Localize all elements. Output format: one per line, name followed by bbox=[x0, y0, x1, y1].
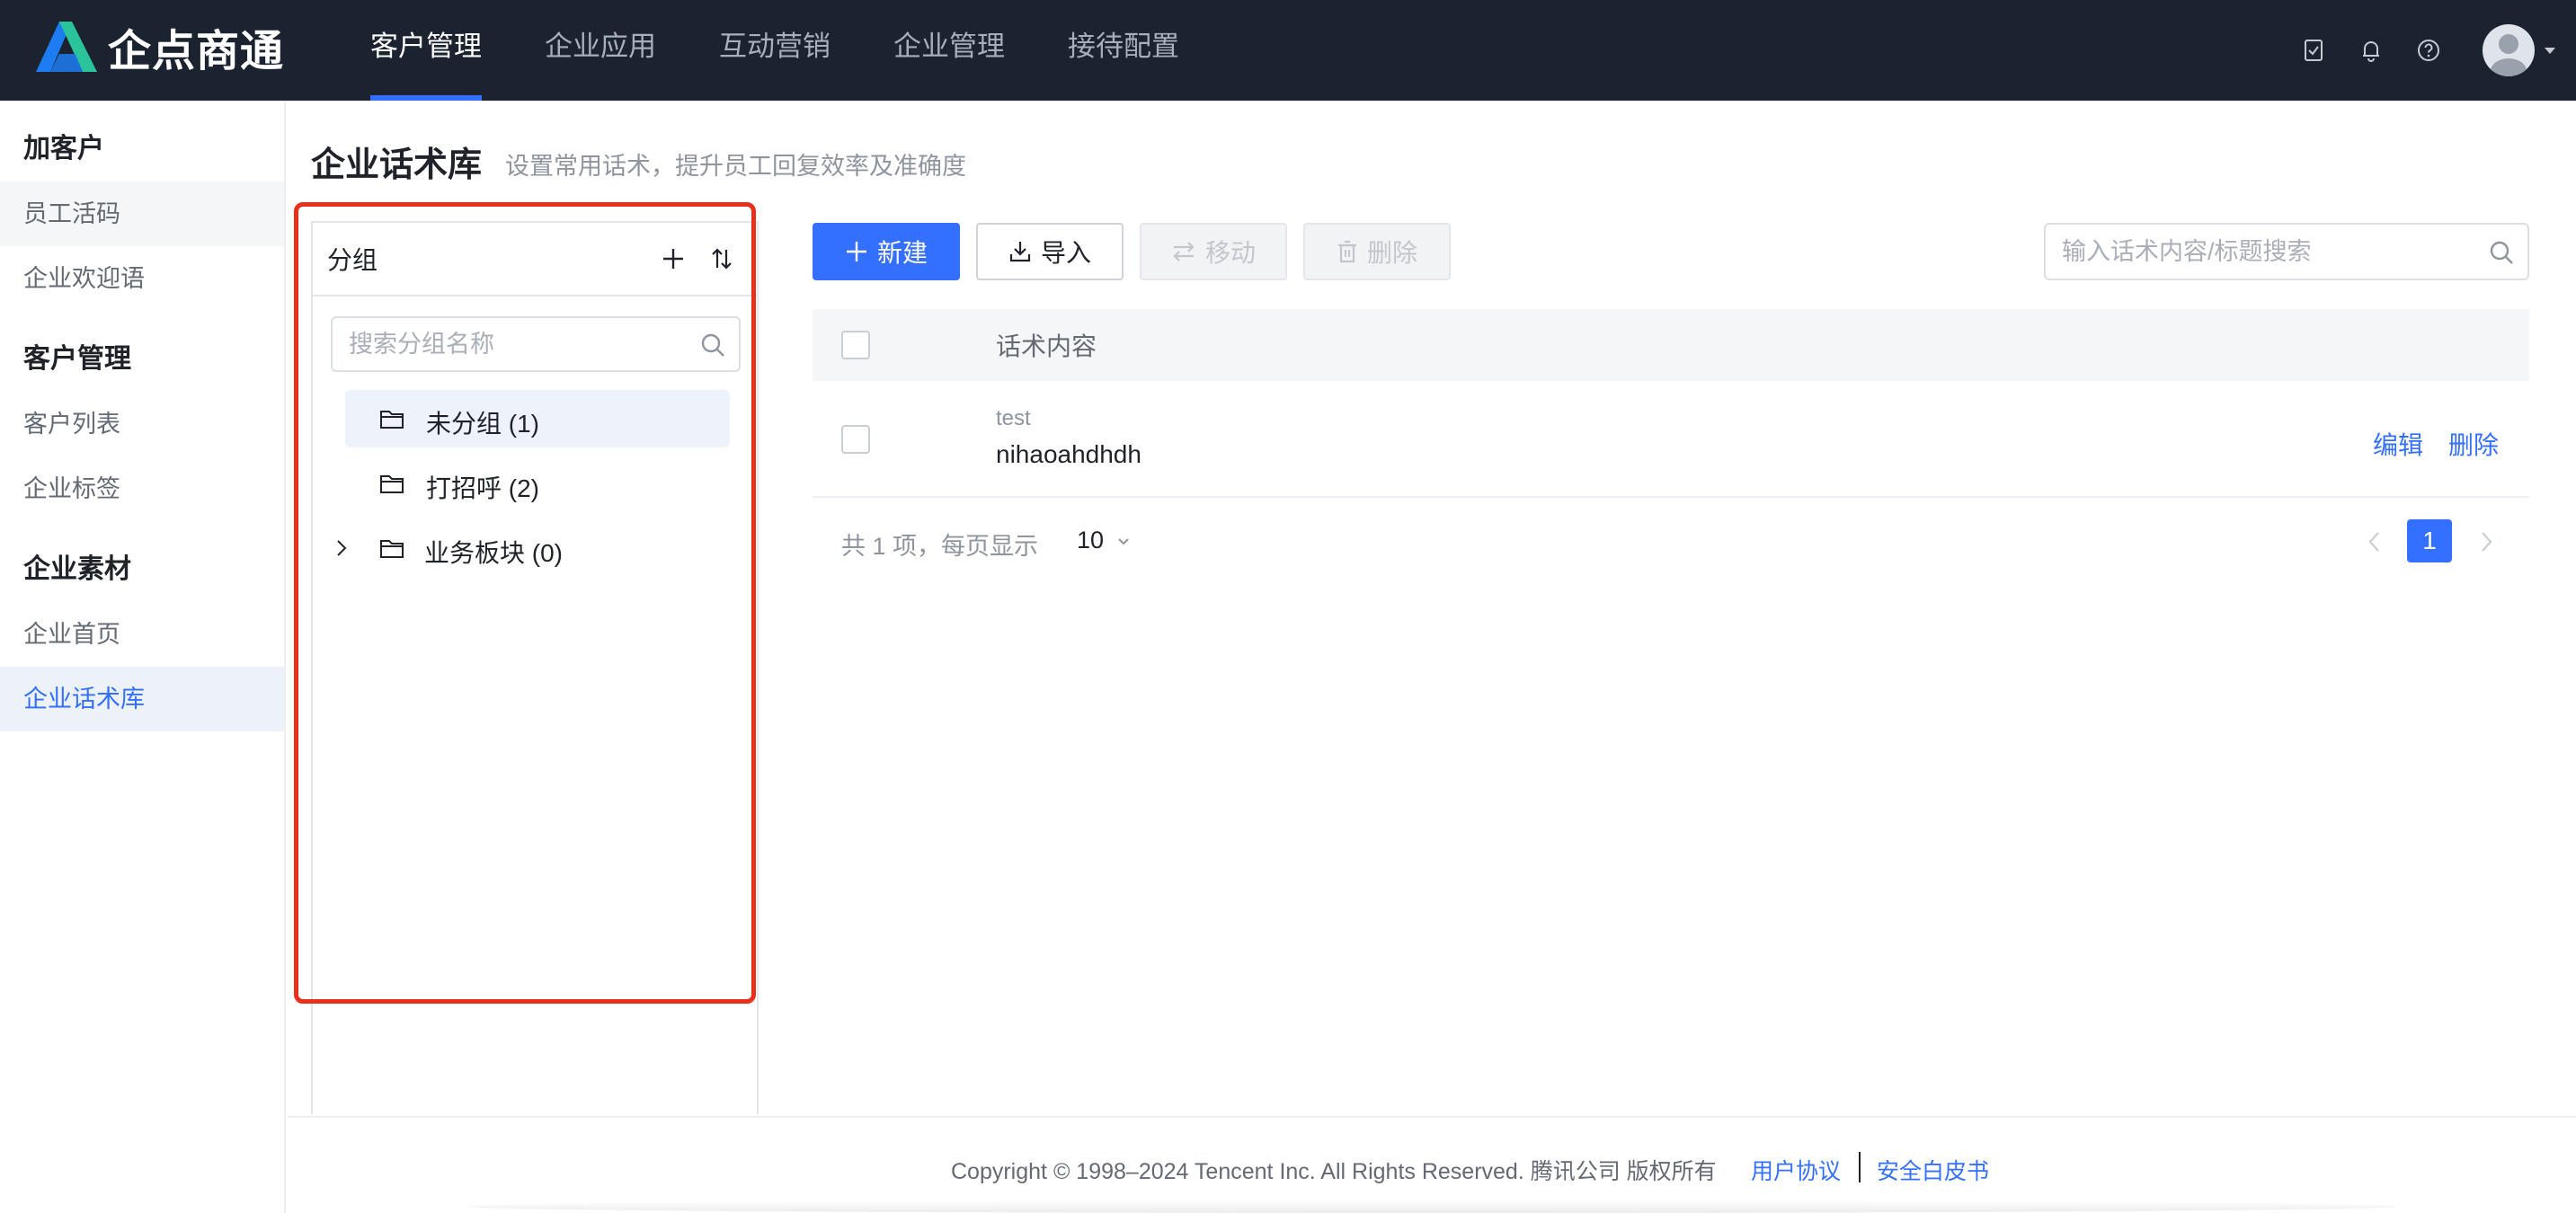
script-search-input[interactable] bbox=[2046, 225, 2468, 279]
group-label: 未分组 (1) bbox=[426, 410, 540, 438]
script-search-box bbox=[2044, 223, 2529, 280]
move-button[interactable]: 移动 bbox=[1140, 223, 1287, 280]
column-header-content: 话术内容 bbox=[996, 332, 1097, 360]
chevron-right-icon[interactable] bbox=[334, 539, 349, 557]
footer-divider bbox=[1859, 1152, 1861, 1182]
group-label: 打招呼 (2) bbox=[426, 474, 540, 502]
import-button[interactable]: 导入 bbox=[976, 223, 1124, 280]
footer: Copyright © 1998–2024 Tencent Inc. All R… bbox=[288, 1116, 2576, 1213]
chevron-down-icon bbox=[1117, 538, 1129, 545]
trash-icon bbox=[1337, 240, 1356, 263]
pagination-total: 共 1 项，每页显示 bbox=[841, 533, 1039, 560]
sidebar-section-customer-management: 客户管理 bbox=[23, 344, 131, 374]
folder-icon bbox=[380, 411, 404, 429]
move-button-label: 移动 bbox=[1204, 239, 1256, 267]
swap-icon bbox=[1173, 242, 1195, 261]
new-button[interactable]: 新建 bbox=[813, 223, 960, 280]
import-button-label: 导入 bbox=[1040, 239, 1091, 267]
top-right-actions bbox=[2301, 0, 2576, 101]
security-whitepaper-link[interactable]: 安全白皮书 bbox=[1877, 1154, 1989, 1186]
delete-button-label: 删除 bbox=[1366, 239, 1417, 267]
download-icon bbox=[1009, 242, 1031, 262]
row-checkbox[interactable] bbox=[841, 425, 870, 454]
table-header: 话术内容 bbox=[813, 309, 2529, 381]
page-subtitle: 设置常用话术，提升员工回复效率及准确度 bbox=[505, 153, 966, 180]
task-check-icon[interactable] bbox=[2301, 38, 2326, 63]
page-number-button[interactable]: 1 bbox=[2407, 519, 2452, 562]
copyright-text: Copyright © 1998–2024 Tencent Inc. All R… bbox=[951, 1159, 1717, 1184]
group-panel-title: 分组 bbox=[327, 246, 378, 274]
bell-icon[interactable] bbox=[2358, 38, 2384, 63]
group-panel-header: 分组 bbox=[313, 223, 757, 297]
delete-button[interactable]: 删除 bbox=[1303, 223, 1451, 280]
user-avatar[interactable] bbox=[2483, 24, 2535, 76]
next-page-icon[interactable] bbox=[2477, 530, 2495, 553]
plus-icon bbox=[846, 242, 866, 261]
search-icon[interactable] bbox=[699, 332, 726, 359]
top-navbar: 企点商通 客户管理 企业应用 互动营销 企业管理 接待配置 bbox=[0, 0, 2576, 101]
prev-page-icon[interactable] bbox=[2366, 530, 2384, 553]
sidebar-item-welcome-message[interactable]: 企业欢迎语 bbox=[0, 246, 284, 311]
search-icon[interactable] bbox=[2488, 239, 2515, 266]
nav-tab-customer-management[interactable]: 客户管理 bbox=[370, 0, 482, 101]
sort-icon[interactable] bbox=[708, 245, 735, 272]
table-row: test nihaoahdhdh 编辑 删除 bbox=[813, 381, 2529, 498]
help-icon[interactable] bbox=[2416, 38, 2441, 63]
sidebar: 加客户 员工活码 企业欢迎语 客户管理 客户列表 企业标签 企业素材 企业首页 … bbox=[0, 101, 286, 1213]
sidebar-section-add-customer: 加客户 bbox=[23, 134, 104, 164]
delete-link[interactable]: 删除 bbox=[2448, 426, 2499, 462]
logo-text: 企点商通 bbox=[108, 28, 285, 75]
page-size-value: 10 bbox=[1077, 527, 1105, 553]
script-content: nihaoahdhdh bbox=[996, 440, 1141, 468]
pagination: 共 1 项，每页显示 10 1 bbox=[813, 514, 2529, 568]
sidebar-section-enterprise-materials: 企业素材 bbox=[23, 554, 131, 584]
sidebar-item-staff-qrcode[interactable]: 员工活码 bbox=[0, 182, 284, 246]
logo-mark-icon bbox=[36, 22, 97, 72]
nav-tab-reception-config[interactable]: 接待配置 bbox=[1068, 0, 1179, 101]
page-title: 企业话术库 bbox=[311, 146, 483, 184]
group-tree: 未分组 (1) 打招呼 (2) 业务板块 (0) bbox=[313, 390, 757, 584]
edit-link[interactable]: 编辑 bbox=[2373, 426, 2423, 462]
select-all-checkbox[interactable] bbox=[841, 331, 870, 359]
script-table: 话术内容 test nihaoahdhdh 编辑 删除 bbox=[813, 309, 2529, 498]
chevron-down-icon[interactable] bbox=[2544, 46, 2556, 55]
group-item-ungrouped[interactable]: 未分组 (1) bbox=[345, 390, 730, 447]
group-search-input[interactable] bbox=[333, 318, 683, 370]
sidebar-item-customer-list[interactable]: 客户列表 bbox=[0, 392, 284, 456]
new-button-label: 新建 bbox=[876, 239, 928, 267]
page-size-select[interactable]: 10 bbox=[1077, 527, 1131, 554]
sidebar-item-enterprise-home[interactable]: 企业首页 bbox=[0, 602, 284, 667]
toolbar: 新建 导入 移动 删除 bbox=[813, 223, 1467, 280]
group-label: 业务板块 (0) bbox=[424, 539, 564, 567]
user-agreement-link[interactable]: 用户协议 bbox=[1751, 1154, 1841, 1186]
folder-icon bbox=[380, 475, 404, 493]
app-logo[interactable]: 企点商通 bbox=[32, 20, 284, 75]
script-title: test bbox=[996, 406, 1031, 430]
group-panel: 分组 未分组 (1) bbox=[311, 221, 759, 1114]
add-group-icon[interactable] bbox=[660, 245, 687, 272]
nav-tab-interactive-marketing[interactable]: 互动营销 bbox=[719, 0, 831, 101]
nav-tab-enterprise-management[interactable]: 企业管理 bbox=[893, 0, 1005, 101]
folder-icon bbox=[380, 540, 404, 558]
top-nav-tabs: 客户管理 企业应用 互动营销 企业管理 接待配置 bbox=[370, 0, 1242, 101]
footer-shadow bbox=[467, 1200, 2396, 1213]
avatar-person-icon bbox=[2491, 34, 2527, 76]
group-item-business[interactable]: 业务板块 (0) bbox=[313, 519, 757, 577]
sidebar-item-script-library[interactable]: 企业话术库 bbox=[0, 667, 284, 731]
sidebar-item-enterprise-tags[interactable]: 企业标签 bbox=[0, 456, 284, 521]
group-item-greeting[interactable]: 打招呼 (2) bbox=[313, 455, 757, 512]
nav-tab-enterprise-apps[interactable]: 企业应用 bbox=[545, 0, 656, 101]
group-search-box bbox=[331, 316, 741, 372]
